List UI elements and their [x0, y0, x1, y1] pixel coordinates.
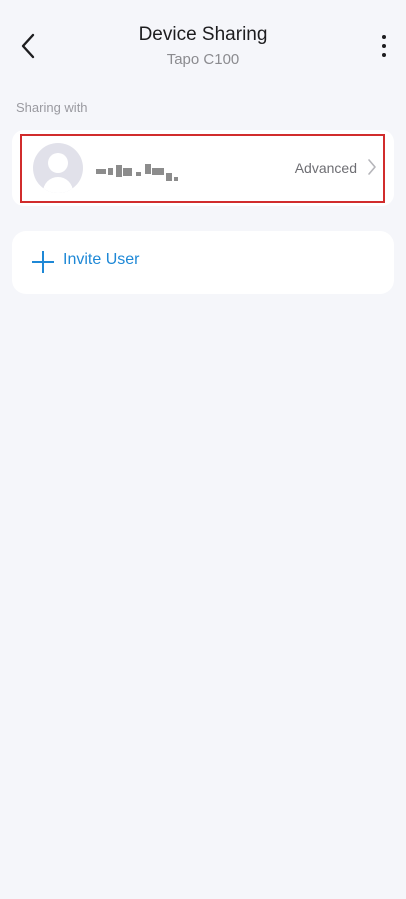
shared-user-row[interactable]: Advanced [20, 134, 385, 203]
avatar [33, 143, 83, 193]
invite-user-label: Invite User [63, 251, 140, 268]
masked-user-name [96, 163, 181, 181]
header: Device Sharing Tapo C100 [0, 0, 406, 90]
more-vertical-icon [382, 35, 386, 39]
shared-users-card: Advanced [12, 130, 394, 206]
user-permission-label: Advanced [294, 160, 357, 176]
more-options-button[interactable] [372, 30, 396, 62]
user-icon [48, 153, 68, 173]
plus-icon [32, 251, 54, 273]
page-title: Device Sharing [138, 24, 268, 45]
chevron-right-icon [368, 159, 376, 175]
section-label: Sharing with [16, 100, 88, 115]
invite-user-button[interactable]: Invite User [12, 231, 394, 294]
device-name: Tapo C100 [166, 51, 240, 68]
